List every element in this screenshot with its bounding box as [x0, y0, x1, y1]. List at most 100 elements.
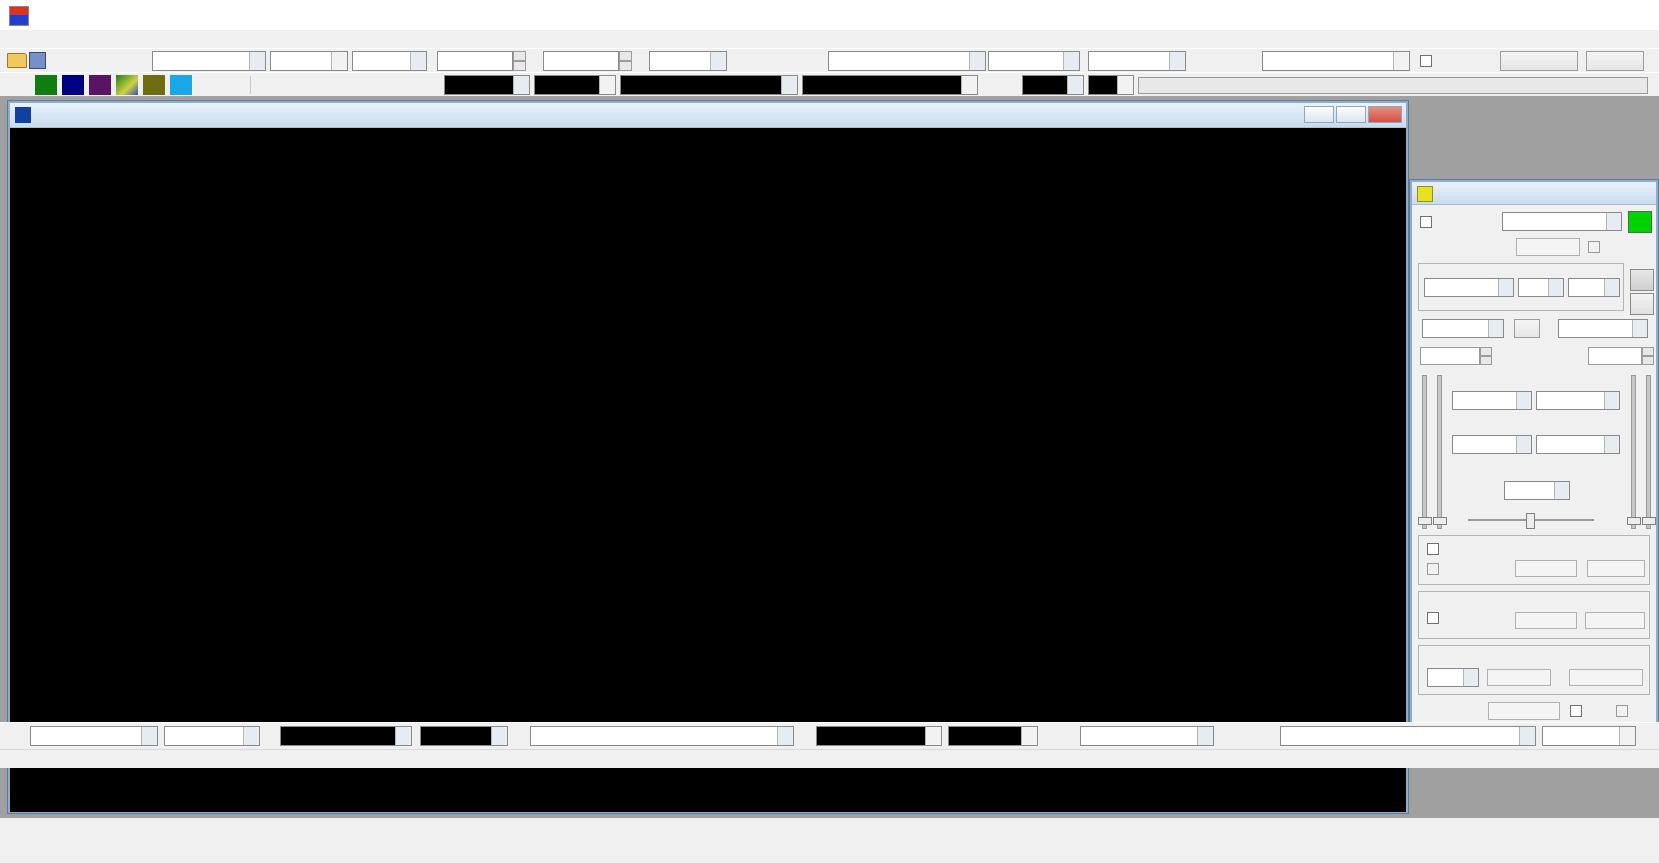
ddp-viewer-icon[interactable]	[224, 75, 246, 95]
amplitude-a-combo[interactable]	[1452, 435, 1532, 454]
play-stream-icon[interactable]	[418, 75, 440, 95]
gen-sample-rate-combo[interactable]	[1424, 278, 1514, 297]
amplitude-slider-b2[interactable]	[1646, 375, 1651, 529]
range-a-combo[interactable]	[620, 75, 798, 95]
play-icon[interactable]	[391, 75, 413, 95]
minimize-button[interactable]	[1521, 0, 1567, 30]
modulation-type-combo[interactable]	[1427, 668, 1479, 687]
spectrum-3d-plot-icon[interactable]	[116, 75, 138, 95]
dc-offset-b-input[interactable]	[1588, 347, 1642, 365]
generator-run-button[interactable]	[1628, 211, 1652, 233]
chevron-down-icon	[1632, 320, 1647, 337]
window-minimize-button[interactable]	[1304, 106, 1334, 123]
open-file-icon[interactable]	[7, 53, 27, 68]
fft-size-combo[interactable]	[1080, 726, 1214, 746]
frequency-a-combo[interactable]	[1452, 391, 1532, 410]
spectrum-mode-combo[interactable]	[530, 726, 794, 746]
save-signal-button[interactable]	[1630, 269, 1654, 291]
fade-group	[1418, 591, 1650, 639]
chevron-down-icon	[1519, 727, 1535, 745]
loopback-combo[interactable]	[1502, 212, 1622, 231]
dc-offset-a-spinner[interactable]	[1480, 347, 1492, 365]
signal-generator-icon[interactable]	[143, 75, 165, 95]
trigger-level-spinner[interactable]	[437, 51, 526, 71]
chevron-down-icon	[710, 52, 726, 70]
amplitude-b-combo[interactable]	[1536, 435, 1620, 454]
coupling-a-combo[interactable]	[444, 75, 530, 95]
trigger-delay-spinner[interactable]	[543, 51, 632, 71]
x-zoom-combo[interactable]	[164, 726, 260, 746]
mask-group	[1418, 535, 1650, 585]
slider-handle[interactable]	[1418, 517, 1432, 525]
slider-handle[interactable]	[1627, 517, 1641, 525]
spectrum-analyzer-titlebar[interactable]	[10, 103, 1406, 128]
spin-up-icon[interactable]	[619, 51, 632, 61]
mask-checkbox[interactable]	[1427, 543, 1439, 555]
spin-up-icon[interactable]	[513, 51, 526, 61]
amplitude-slider-b1[interactable]	[1631, 375, 1636, 529]
frequency-b-combo[interactable]	[1536, 391, 1620, 410]
spectrum-chart-area	[10, 150, 1406, 812]
spin-down-icon[interactable]	[1480, 356, 1492, 365]
bit-depth-combo[interactable]	[1088, 51, 1186, 71]
ref-a-combo[interactable]	[420, 726, 508, 746]
spin-down-icon[interactable]	[1642, 356, 1654, 365]
probe-cable-icon[interactable]	[337, 75, 359, 95]
slider-handle[interactable]	[1433, 517, 1447, 525]
maximize-button[interactable]	[1567, 0, 1613, 30]
roll-checkbox[interactable]	[1420, 55, 1432, 67]
window-function-combo[interactable]	[1280, 726, 1536, 746]
chevron-down-icon	[1498, 279, 1513, 296]
slider-handle[interactable]	[1642, 517, 1656, 525]
spin-down-icon[interactable]	[619, 61, 632, 71]
oscilloscope-icon[interactable]	[35, 75, 57, 95]
dut-icon[interactable]	[170, 75, 192, 95]
spin-up-icon[interactable]	[1642, 347, 1654, 356]
speaker-icon[interactable]	[364, 75, 386, 95]
title-bar	[0, 0, 1659, 31]
close-button[interactable]	[1613, 0, 1659, 30]
menu-bar	[0, 30, 1659, 48]
dc-offset-b-spinner[interactable]	[1642, 347, 1654, 365]
dc-offset-a-input[interactable]	[1420, 347, 1480, 365]
show-editor-checkbox[interactable]	[1420, 216, 1432, 228]
gen-bits-combo[interactable]	[1568, 278, 1620, 297]
trigger-mode-combo[interactable]	[152, 51, 266, 71]
fade-checkbox[interactable]	[1427, 612, 1439, 624]
chevron-down-icon	[1117, 76, 1133, 94]
window-close-button[interactable]	[1368, 106, 1402, 123]
spin-down-icon[interactable]	[513, 61, 526, 71]
auto-button[interactable]	[1586, 51, 1644, 71]
amplitude-slider-a2[interactable]	[1437, 375, 1442, 529]
signal-generator-titlebar[interactable]	[1412, 182, 1656, 205]
chevron-down-icon	[1197, 727, 1213, 745]
device-test-plan-icon[interactable]	[197, 75, 219, 95]
trigger-edge-combo[interactable]	[352, 51, 427, 71]
chevron-down-icon	[1548, 279, 1563, 296]
waveform-b-combo[interactable]	[1558, 319, 1648, 338]
probe-a-combo[interactable]	[1022, 75, 1084, 95]
sample-channel-combo[interactable]	[988, 51, 1080, 71]
gen-channels-combo[interactable]	[1518, 278, 1564, 297]
music-note-button[interactable]	[1630, 293, 1654, 315]
chevron-down-icon	[410, 52, 426, 70]
balance-slider-handle[interactable]	[1526, 513, 1535, 529]
sample-rate-combo[interactable]	[828, 51, 986, 71]
chevron-down-icon	[395, 727, 411, 745]
spin-up-icon[interactable]	[1480, 347, 1492, 356]
waveform-editor-button[interactable]	[1514, 319, 1540, 338]
freq-axis-combo[interactable]	[30, 726, 158, 746]
spectrum-plot[interactable]	[10, 150, 1406, 794]
range-a-db-combo[interactable]	[280, 726, 412, 746]
phase-combo[interactable]	[1504, 481, 1570, 500]
spectrum-analyzer-icon[interactable]	[62, 75, 84, 95]
loop-checkbox[interactable]	[1570, 705, 1582, 717]
amplitude-slider-a1[interactable]	[1422, 375, 1427, 529]
hpf-combo[interactable]	[649, 51, 727, 71]
save-icon[interactable]	[29, 52, 46, 69]
window-maximize-button[interactable]	[1336, 106, 1366, 123]
multimeter-icon[interactable]	[89, 75, 111, 95]
run-icon[interactable]	[8, 75, 30, 95]
derived-data-icon[interactable]	[256, 75, 278, 95]
waveform-a-combo[interactable]	[1422, 319, 1504, 338]
